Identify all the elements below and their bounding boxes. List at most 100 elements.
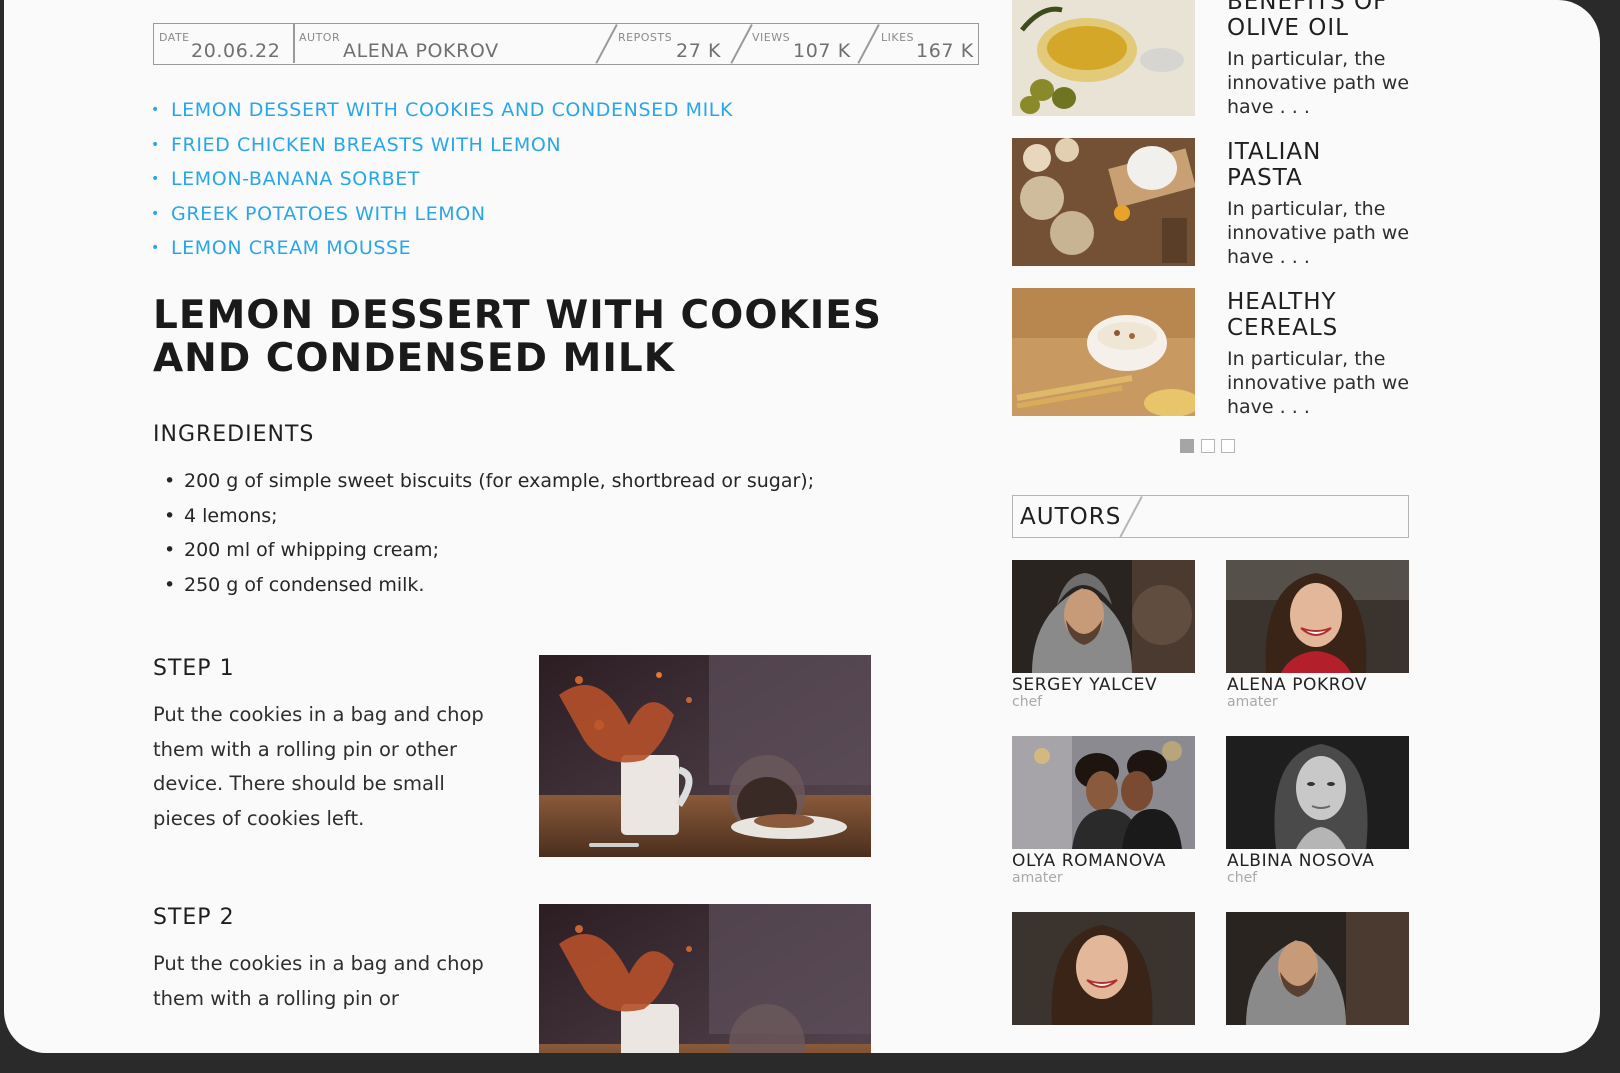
author-name[interactable]: ALBINA NOSOVA	[1227, 851, 1374, 871]
card-title-line[interactable]: BENEFITS OF	[1227, 0, 1387, 15]
autors-heading: AUTORS	[1020, 504, 1122, 530]
author-name[interactable]: OLYA ROMANOVA	[1012, 851, 1166, 871]
man-hoodie-portrait	[1012, 560, 1195, 673]
card-title-line[interactable]: PASTA	[1227, 165, 1303, 191]
meta-views-label: VIEWS	[752, 31, 791, 44]
coffee-splash-image	[539, 904, 871, 1053]
woman-smiling-portrait	[1226, 560, 1409, 673]
author-role: amater	[1012, 870, 1063, 886]
author-photo[interactable]	[1226, 560, 1409, 673]
cereals-image	[1012, 288, 1195, 416]
ingredient-item: • 250 g of condensed milk.	[164, 574, 814, 609]
meta-divider	[730, 24, 753, 64]
post-meta-bar: DATE 20.06.22 AUTOR ALENA POKROV REPOSTS…	[153, 23, 979, 65]
related-recipe-label[interactable]: LEMON-BANANA SORBET	[171, 168, 420, 190]
meta-likes-value: 167 K	[916, 40, 974, 62]
bullet-icon: •	[164, 573, 176, 596]
meta-divider	[595, 24, 618, 64]
step-title: STEP 1	[153, 656, 235, 681]
author-photo[interactable]	[1012, 560, 1195, 673]
related-recipe-label[interactable]: GREEK POTATOES WITH LEMON	[171, 203, 486, 225]
healthy-cereals-thumbnail[interactable]	[1012, 288, 1195, 416]
step-text: Put the cookies in a bag and chop them w…	[153, 703, 484, 830]
card-excerpt: In particular, the innovative path we ha…	[1227, 348, 1410, 418]
author-role: amater	[1227, 694, 1278, 710]
meta-date-value: 20.06.22	[191, 40, 281, 62]
woman-smiling-portrait	[1012, 912, 1195, 1025]
card-title[interactable]: HEALTHY CEREALS	[1227, 289, 1427, 341]
italian-pasta-thumbnail[interactable]	[1012, 138, 1195, 266]
meta-author: AUTOR ALENA POKROV	[295, 24, 595, 63]
meta-likes-label: LIKES	[881, 31, 915, 44]
woman-bw-portrait	[1226, 736, 1409, 849]
autors-header: AUTORS	[1012, 495, 1409, 538]
author-photo[interactable]	[1012, 912, 1195, 1025]
carousel-pagination	[1180, 438, 1242, 457]
ingredient-text: 200 ml of whipping cream;	[184, 539, 439, 561]
carousel-dot[interactable]	[1180, 439, 1194, 453]
ingredient-item: • 200 ml of whipping cream;	[164, 539, 814, 574]
olive-oil-thumbnail[interactable]	[1012, 0, 1195, 116]
related-recipes-list: • LEMON DESSERT WITH COOKIES AND CONDENSE…	[151, 99, 733, 272]
coffee-splash-image	[539, 655, 871, 857]
step-text: Put the cookies in a bag and chop them w…	[153, 952, 484, 1010]
article-title-line: LEMON DESSERT WITH COOKIES	[153, 293, 882, 338]
meta-views-value: 107 K	[793, 40, 851, 62]
article-title-line: AND CONDENSED MILK	[153, 336, 675, 381]
ingredients-heading: INGREDIENTS	[153, 422, 315, 447]
author-name[interactable]: ALENA POKROV	[1227, 675, 1367, 695]
author-photo[interactable]	[1012, 736, 1195, 849]
article-title: LEMON DESSERT WITH COOKIES AND CONDENSED…	[153, 294, 913, 380]
meta-reposts: REPOSTS 27 K	[616, 24, 726, 63]
man-hoodie-portrait	[1226, 912, 1409, 1025]
bullet-icon: •	[151, 102, 160, 118]
author-role: chef	[1012, 694, 1043, 710]
meta-reposts-value: 27 K	[676, 40, 722, 62]
card-excerpt: In particular, the innovative path we ha…	[1227, 48, 1410, 118]
ingredient-text: 250 g of condensed milk.	[184, 573, 425, 596]
ingredient-text: 200 g of simple sweet biscuits (for exam…	[184, 470, 815, 492]
meta-author-label: AUTOR	[299, 31, 341, 44]
author-name[interactable]: SERGEY YALCEV	[1012, 675, 1157, 695]
card-title-line[interactable]: OLIVE OIL	[1227, 15, 1349, 41]
related-recipe-label[interactable]: LEMON CREAM MOUSSE	[171, 237, 411, 259]
page: DATE 20.06.22 AUTOR ALENA POKROV REPOSTS…	[4, 0, 1600, 1053]
related-recipe-label[interactable]: FRIED CHICKEN BREASTS WITH LEMON	[171, 134, 561, 156]
ingredients-list: • 200 g of simple sweet biscuits (for exa…	[164, 470, 814, 608]
related-recipe-link[interactable]: • GREEK POTATOES WITH LEMON	[151, 203, 733, 238]
bullet-icon: •	[164, 539, 176, 561]
pasta-image	[1012, 138, 1195, 266]
meta-author-value[interactable]: ALENA POKROV	[343, 40, 499, 62]
author-role: chef	[1227, 870, 1258, 886]
card-title[interactable]: ITALIAN PASTA	[1227, 139, 1427, 191]
step-2-photo	[539, 904, 871, 1053]
meta-reposts-label: REPOSTS	[618, 31, 673, 44]
ingredient-text: 4 lemons;	[184, 504, 278, 527]
card-title-line[interactable]: CEREALS	[1227, 315, 1338, 341]
related-recipe-link[interactable]: • LEMON DESSERT WITH COOKIES AND CONDENSE…	[151, 99, 733, 134]
card-title-line[interactable]: ITALIAN	[1227, 139, 1321, 165]
author-photo[interactable]	[1226, 736, 1409, 849]
meta-date: DATE 20.06.22	[154, 24, 294, 63]
card-title[interactable]: BENEFITS OF OLIVE OIL	[1227, 0, 1427, 41]
bullet-icon: •	[164, 504, 176, 527]
author-photo[interactable]	[1226, 912, 1409, 1025]
carousel-dot[interactable]	[1200, 439, 1215, 453]
bullet-icon: •	[151, 136, 160, 153]
related-recipe-link[interactable]: • FRIED CHICKEN BREASTS WITH LEMON	[151, 134, 733, 169]
bullet-icon: •	[151, 171, 160, 187]
bullet-icon: •	[164, 470, 176, 492]
two-women-portrait	[1012, 736, 1195, 849]
card-title-line[interactable]: HEALTHY	[1227, 289, 1337, 315]
related-recipe-label[interactable]: LEMON DESSERT WITH COOKIES AND CONDENSED…	[171, 99, 733, 121]
bullet-icon: •	[151, 240, 160, 256]
olive-oil-image	[1012, 0, 1195, 116]
carousel-dot[interactable]	[1221, 439, 1235, 453]
related-recipe-link[interactable]: • LEMON-BANANA SORBET	[151, 168, 733, 203]
step-title: STEP 2	[153, 905, 235, 930]
related-recipe-link[interactable]: • LEMON CREAM MOUSSE	[151, 237, 733, 272]
meta-likes: LIKES 167 K	[878, 24, 978, 63]
ingredient-item: • 4 lemons;	[164, 505, 814, 540]
ingredient-item: • 200 g of simple sweet biscuits (for exa…	[164, 470, 814, 505]
card-excerpt: In particular, the innovative path we ha…	[1227, 198, 1410, 268]
